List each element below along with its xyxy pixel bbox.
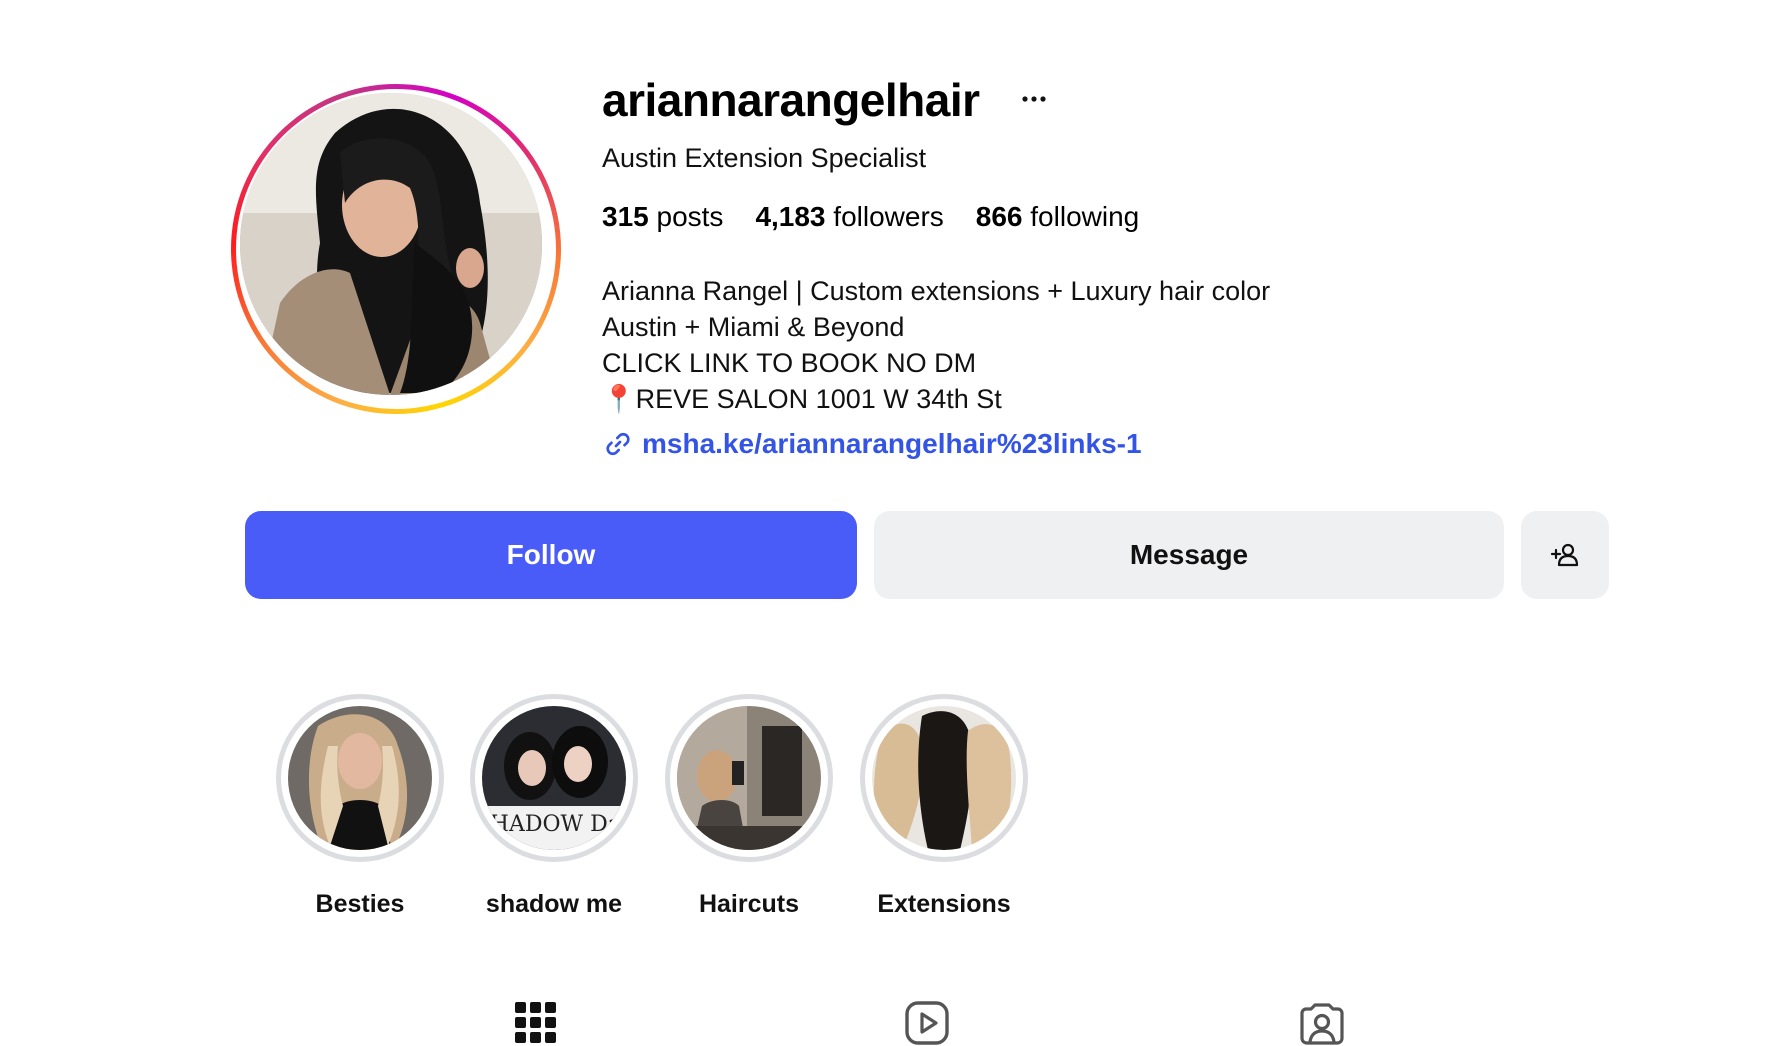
stat-label: posts [656, 201, 724, 232]
stat-followers[interactable]: 4,183 followers [755, 198, 943, 236]
bio-line: Austin + Miami & Beyond [602, 312, 905, 342]
highlight-image [288, 706, 432, 850]
stat-count: 315 [602, 201, 649, 232]
highlight-photo-extensions [872, 706, 1016, 850]
suggested-users-button[interactable] [1521, 511, 1609, 599]
stat-label: followers [833, 201, 944, 232]
highlight-extensions[interactable]: Extensions [854, 694, 1034, 920]
highlight-shadow-me[interactable]: SHADOW Day shadow me [464, 694, 644, 920]
stat-count: 866 [975, 201, 1023, 232]
bio-location: REVE SALON 1001 W 34th St [635, 384, 1002, 414]
add-user-icon [1550, 543, 1579, 567]
profile-link[interactable]: msha.ke/ariannarangelhair%23links-1 [602, 425, 1142, 463]
highlight-label: shadow me [485, 890, 623, 918]
highlight-image [677, 706, 821, 850]
highlight-ring [860, 694, 1028, 862]
bio-line: CLICK LINK TO BOOK NO DM [602, 348, 977, 378]
highlight-image [872, 706, 1016, 850]
profile-avatar[interactable] [231, 84, 561, 414]
link-text: msha.ke/ariannarangelhair%23links-1 [642, 428, 1142, 459]
more-icon [1022, 96, 1046, 102]
profile-page: ariannarangelhair Austin Extension Speci… [0, 0, 1776, 1046]
highlight-ring: SHADOW Day [470, 694, 638, 862]
highlight-photo-shadow-me: SHADOW Day [482, 706, 626, 850]
stat-count: 4,183 [755, 201, 826, 232]
message-button[interactable]: Message [874, 511, 1504, 599]
highlight-haircuts[interactable]: Haircuts [659, 694, 839, 920]
link-icon [606, 432, 630, 456]
tab-posts[interactable] [513, 1000, 559, 1046]
highlight-label: Extensions [877, 890, 1011, 918]
highlight-label: Besties [315, 890, 405, 918]
profile-bio: Arianna Rangel | Custom extensions + Lux… [602, 273, 1270, 417]
tab-tagged[interactable] [1299, 1000, 1345, 1046]
bio-line: Arianna Rangel | Custom extensions + Lux… [602, 276, 1271, 306]
more-options-icon[interactable] [1017, 82, 1051, 116]
bio-location-line: 📍REVE SALON 1001 W 34th St [602, 381, 1270, 417]
tab-reels[interactable] [904, 1000, 950, 1046]
avatar-photo [240, 93, 542, 395]
highlight-photo-haircuts [677, 706, 821, 850]
highlight-ring [665, 694, 833, 862]
stat-posts: 315 posts [602, 198, 723, 236]
profile-category: Austin Extension Specialist [602, 143, 927, 173]
highlight-besties[interactable]: Besties [270, 694, 450, 920]
highlight-label: Haircuts [698, 890, 800, 918]
avatar-illustration [240, 93, 542, 395]
reels-icon [905, 1001, 949, 1045]
grid-icon [515, 1002, 556, 1043]
follow-button[interactable]: Follow [245, 511, 857, 599]
highlight-image: SHADOW Day [482, 706, 626, 850]
profile-stats: 315 posts 4,183 followers 866 following [602, 198, 1139, 236]
highlight-ring [276, 694, 444, 862]
profile-username: ariannarangelhair [602, 74, 980, 126]
story-highlights: Besties SHADOW Day shadow me Haircuts Ex… [0, 694, 1776, 924]
tagged-icon [1300, 1003, 1344, 1045]
highlight-photo-besties [288, 706, 432, 850]
stat-label: following [1030, 201, 1140, 232]
stat-following[interactable]: 866 following [976, 198, 1139, 236]
location-pin-icon: 📍 [602, 384, 636, 414]
